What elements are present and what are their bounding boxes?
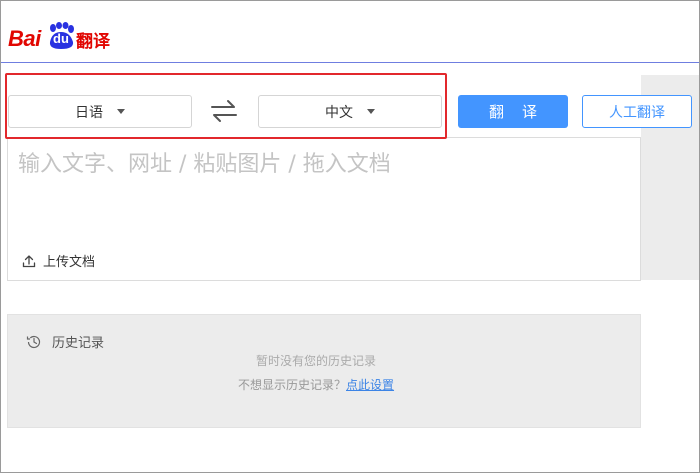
history-settings-link[interactable]: 点此设置	[346, 378, 394, 392]
history-header: 历史记录	[26, 332, 104, 351]
highlight-box	[5, 73, 447, 139]
logo-du-text: du	[53, 31, 69, 46]
source-input-area: 上传文档	[7, 137, 641, 281]
logo-fanyi-text: 翻译	[76, 32, 110, 52]
history-empty-text: 暂时没有您的历史记录	[256, 354, 377, 368]
left-margin	[0, 282, 7, 473]
baidu-fanyi-logo[interactable]: Bai du 翻译	[8, 12, 118, 52]
upload-icon	[22, 254, 36, 267]
history-panel: 历史记录 暂时没有您的历史记录 不想显示历史记录？点此设置	[7, 314, 641, 428]
logo-bai-text: Bai	[8, 26, 41, 51]
header-bar: Bai du 翻译	[0, 0, 700, 62]
history-title: 历史记录	[52, 336, 105, 351]
source-text-input[interactable]	[18, 146, 628, 236]
history-hide-prompt: 不想显示历史记录？点此设置	[238, 376, 394, 393]
upload-label: 上传文档	[43, 255, 96, 270]
human-translate-button[interactable]: 人工翻译	[582, 95, 692, 128]
translate-button[interactable]: 翻译	[458, 95, 568, 128]
history-clock-icon	[26, 335, 41, 348]
upload-document-button[interactable]: 上传文档	[22, 251, 95, 270]
hide-prompt-text: 不想显示历史记录？	[238, 378, 347, 392]
